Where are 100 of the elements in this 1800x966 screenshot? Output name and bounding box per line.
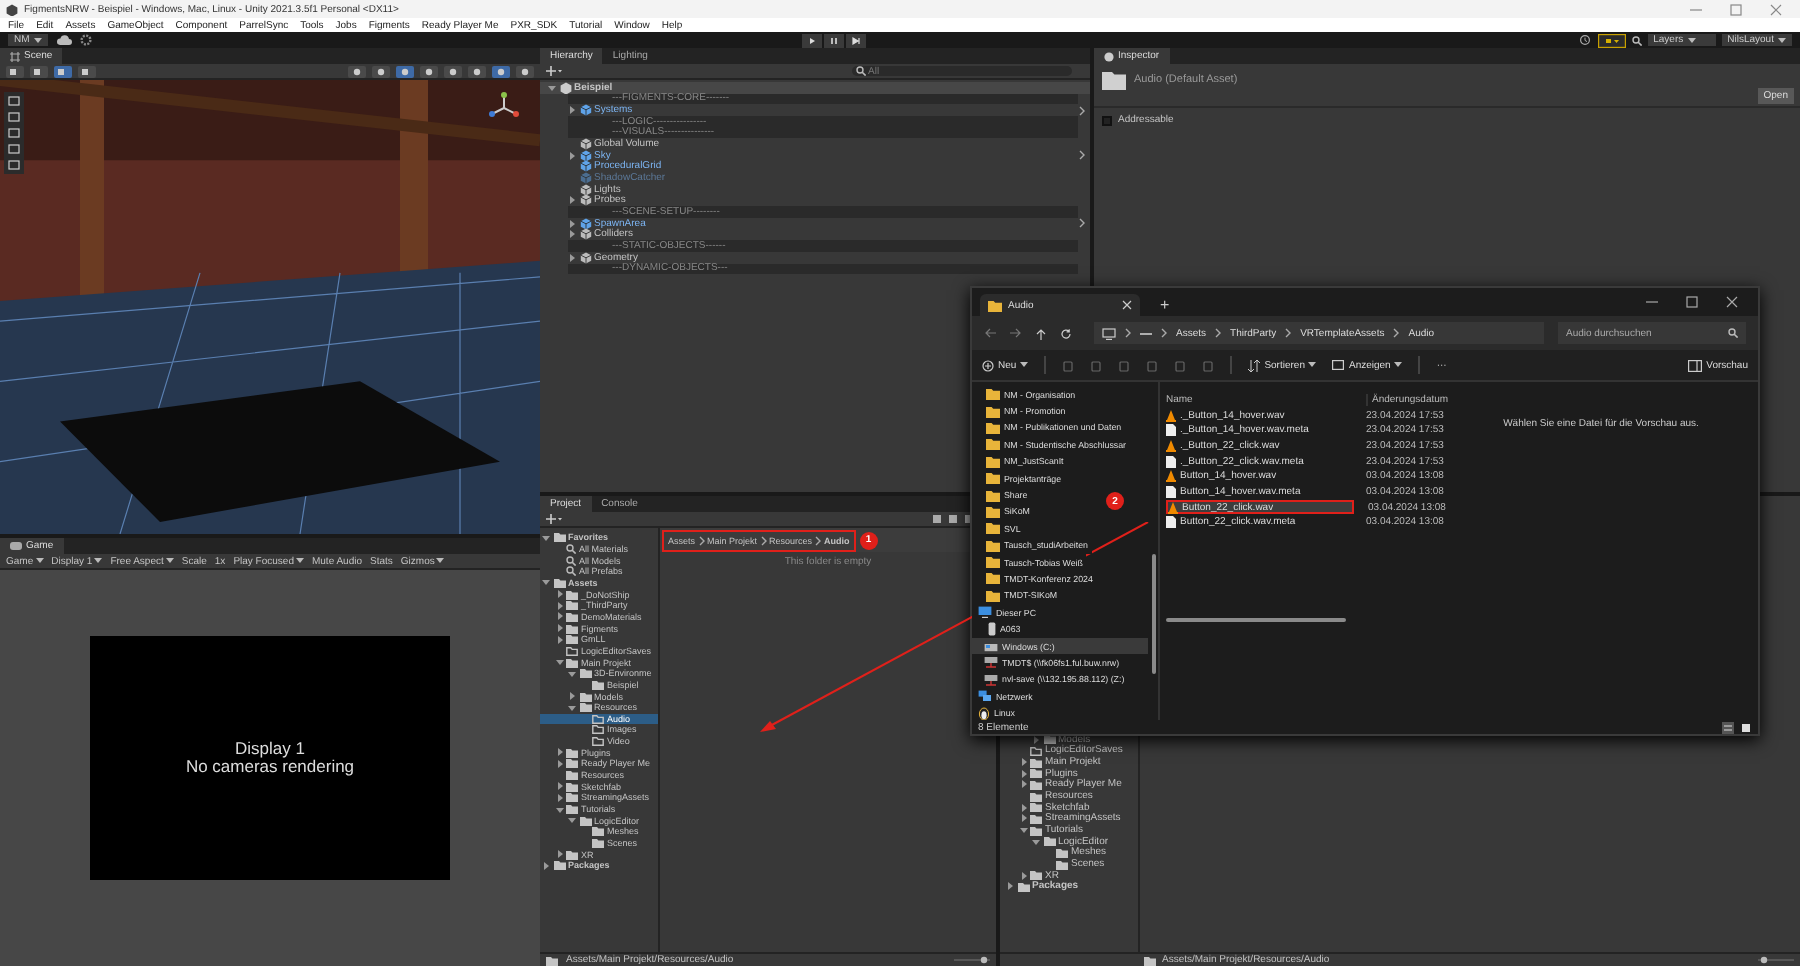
caret-icon[interactable] xyxy=(1032,837,1040,846)
view-option-icon[interactable] xyxy=(372,65,390,77)
dropdown-arrow-icon xyxy=(1020,362,1029,368)
gamepad-icon xyxy=(10,542,22,550)
up-arrow-icon[interactable] xyxy=(1036,327,1046,339)
penguin-icon xyxy=(978,706,990,720)
folder-icon xyxy=(1102,70,1126,90)
chevron-icon xyxy=(697,535,706,545)
scrollbar-icon[interactable] xyxy=(1166,617,1346,622)
view-option-icon[interactable] xyxy=(396,65,414,77)
dropdown-arrow-icon xyxy=(436,558,445,564)
close-icon[interactable] xyxy=(1726,296,1738,308)
document-icon xyxy=(1166,455,1176,468)
traffic-cone-icon xyxy=(1168,501,1178,514)
view-option-icon[interactable] xyxy=(348,65,366,77)
caret-icon[interactable] xyxy=(555,805,563,814)
caret-icon[interactable] xyxy=(555,793,563,802)
scrollbar-icon[interactable] xyxy=(1152,554,1156,674)
minimize-icon[interactable] xyxy=(1646,296,1658,308)
checkbox[interactable] xyxy=(1102,115,1112,125)
caret-icon[interactable] xyxy=(1019,780,1027,789)
chevron-icon xyxy=(759,535,768,545)
caret-icon[interactable] xyxy=(555,624,563,633)
tool-icon[interactable] xyxy=(30,65,48,77)
folder-icon xyxy=(988,299,1002,311)
caret-icon[interactable] xyxy=(1019,769,1027,778)
add-icon[interactable] xyxy=(546,514,562,524)
view-icon xyxy=(1332,360,1345,370)
view-option-icon[interactable] xyxy=(468,65,486,77)
maximize-icon[interactable] xyxy=(1730,3,1742,15)
cloud-icon[interactable] xyxy=(55,34,72,46)
caret-icon[interactable] xyxy=(555,759,563,768)
close-icon[interactable] xyxy=(1122,300,1132,310)
caret-icon[interactable] xyxy=(555,850,563,859)
folder-icon xyxy=(1144,955,1156,965)
caret-icon[interactable] xyxy=(1006,882,1014,891)
view-option-icon[interactable] xyxy=(516,65,534,77)
caret-icon[interactable] xyxy=(1019,803,1027,812)
chevron-icon xyxy=(1124,328,1132,338)
new-tab-button[interactable]: + xyxy=(1148,294,1182,316)
caret-icon[interactable] xyxy=(1019,758,1027,767)
forward-arrow-icon[interactable] xyxy=(1010,328,1022,338)
caret-icon[interactable] xyxy=(568,816,576,825)
display-label: Display 1 xyxy=(235,739,305,758)
caret-icon[interactable] xyxy=(568,669,576,678)
tool-icon[interactable] xyxy=(6,65,24,77)
gear-icon[interactable] xyxy=(79,34,92,46)
caret-icon[interactable] xyxy=(555,658,563,667)
tiles-view-icon[interactable] xyxy=(1740,721,1752,733)
view-option-icon[interactable] xyxy=(444,65,462,77)
maximize-icon[interactable] xyxy=(1686,296,1698,308)
network-drive-icon xyxy=(984,673,998,686)
caret-icon[interactable] xyxy=(555,590,563,599)
cube-icon xyxy=(579,104,591,117)
play-icon[interactable] xyxy=(802,33,823,47)
caret-icon[interactable] xyxy=(555,748,563,757)
pause-icon[interactable] xyxy=(824,33,845,47)
caret-icon[interactable] xyxy=(555,782,563,791)
step-icon[interactable] xyxy=(846,33,867,47)
caret-icon[interactable] xyxy=(555,635,563,644)
caret-icon[interactable] xyxy=(1032,735,1040,744)
details-view-icon[interactable] xyxy=(1722,721,1734,733)
chevron-icon xyxy=(1160,328,1168,338)
caret-icon[interactable] xyxy=(568,692,576,701)
caret-icon[interactable] xyxy=(542,533,550,542)
caret-icon[interactable] xyxy=(555,612,563,621)
view-option-icon[interactable] xyxy=(492,65,510,77)
document-icon xyxy=(1166,515,1176,528)
no-camera-message: No cameras rendering xyxy=(185,758,355,777)
search-icon xyxy=(1631,35,1642,45)
tool-palette[interactable] xyxy=(4,92,24,174)
dropdown-arrow-icon xyxy=(165,558,174,564)
back-arrow-icon[interactable] xyxy=(984,328,996,338)
monitor-icon xyxy=(978,606,992,619)
tool-icon[interactable] xyxy=(78,65,96,77)
history-icon[interactable] xyxy=(1577,34,1592,46)
folder-icon xyxy=(553,532,565,543)
caret-icon[interactable] xyxy=(568,219,576,228)
collab-icon[interactable] xyxy=(1597,33,1626,47)
drive-icon xyxy=(984,641,998,652)
tool-icon[interactable] xyxy=(54,65,72,77)
plus-circle-icon xyxy=(982,359,994,371)
chevron-icon xyxy=(1078,150,1086,161)
network-icon xyxy=(978,690,992,703)
view-option-icon[interactable] xyxy=(420,65,438,77)
dropdown-arrow-icon xyxy=(295,558,304,564)
refresh-icon[interactable] xyxy=(1060,327,1072,339)
caret-icon[interactable] xyxy=(1019,826,1027,835)
caret-icon[interactable] xyxy=(1019,871,1027,880)
traffic-cone-icon xyxy=(1166,409,1176,422)
dropdown-arrow-icon xyxy=(33,37,42,43)
caret-icon[interactable] xyxy=(555,601,563,610)
caret-icon[interactable] xyxy=(568,703,576,712)
document-icon xyxy=(1166,424,1176,437)
dropdown-arrow-icon xyxy=(1777,37,1786,43)
caret-icon[interactable] xyxy=(568,151,576,160)
dropdown-arrow-icon xyxy=(1308,362,1317,368)
add-icon[interactable] xyxy=(546,66,562,76)
caret-icon[interactable] xyxy=(1019,814,1027,823)
dropdown-arrow-icon xyxy=(35,558,44,564)
